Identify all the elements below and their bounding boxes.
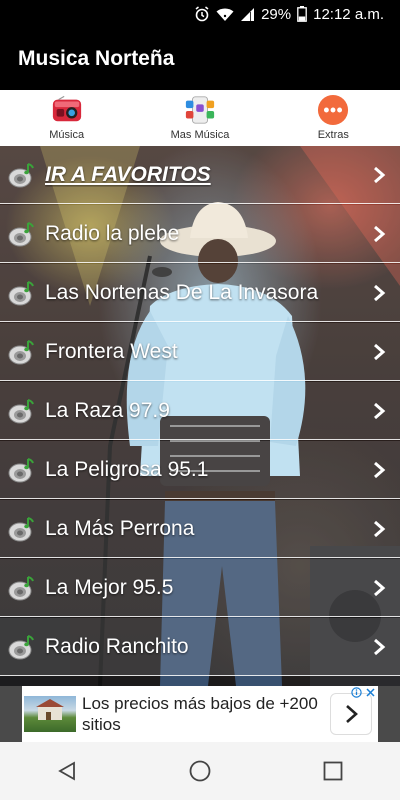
list-item-station[interactable]: La Raza 97.9 (0, 382, 400, 440)
speaker-note-icon (8, 398, 34, 423)
list-item-label: Radio la plebe (45, 221, 180, 245)
ad-image (24, 696, 76, 732)
ad-banner[interactable]: Los precios más bajos de +200 sitios (0, 686, 400, 742)
ad-choices-icon[interactable] (350, 686, 362, 698)
chevron-right-icon (374, 166, 386, 183)
speaker-note-icon (8, 221, 34, 246)
station-list-area: IR A FAVORITOS Radio la plebe Las Norten… (0, 146, 400, 686)
speaker-note-icon (8, 575, 34, 600)
list-item-station[interactable]: Las Nortenas De La Invasora (0, 264, 400, 322)
ad-text: Los precios más bajos de +200 sitios (82, 694, 318, 734)
list-item-station[interactable]: La Peligrosa 95.1 (0, 441, 400, 499)
tab-musica[interactable]: Música (0, 90, 133, 146)
back-button[interactable] (47, 751, 87, 791)
tab-label: Extras (317, 129, 349, 141)
clock: 12:12 a.m. (313, 5, 384, 23)
chevron-right-icon (374, 461, 386, 478)
app-toolbar: Musica Norteña (0, 28, 400, 90)
list-item-label: Radio Ranchito (45, 634, 189, 658)
recents-square-icon (323, 761, 343, 781)
list-item-label: La Mejor 95.5 (45, 575, 174, 599)
speaker-note-icon (8, 634, 34, 659)
ad-badges (350, 686, 376, 698)
alarm-icon (194, 6, 210, 22)
chevron-right-icon (374, 225, 386, 242)
home-button[interactable] (180, 751, 220, 791)
recents-button[interactable] (313, 751, 353, 791)
app-root: 29% 12:12 a.m. Musica Norteña Música Mas… (0, 0, 400, 800)
list-item-favorites[interactable]: IR A FAVORITOS (0, 146, 400, 204)
speaker-note-icon (8, 516, 34, 541)
ad-close-icon[interactable] (364, 686, 376, 698)
tab-bar: Música Mas Música Extras (0, 90, 400, 146)
home-circle-icon (189, 760, 211, 782)
chevron-right-icon (374, 579, 386, 596)
chevron-right-icon (374, 638, 386, 655)
ad-content[interactable]: Los precios más bajos de +200 sitios (22, 686, 378, 742)
chevron-right-icon (346, 705, 358, 723)
apps-icon (184, 94, 216, 126)
speaker-note-icon (8, 162, 34, 187)
back-triangle-icon (57, 761, 75, 781)
wifi-icon (216, 7, 234, 22)
app-title: Musica Norteña (18, 47, 175, 70)
chevron-right-icon (374, 402, 386, 419)
speaker-note-icon (8, 457, 34, 482)
radio-icon (51, 94, 83, 126)
battery-percent: 29% (261, 5, 292, 23)
chevron-right-icon (374, 520, 386, 537)
list-item-station[interactable]: Radio Ranchito (0, 618, 400, 676)
list-item-station[interactable]: La Más Perrona (0, 500, 400, 558)
speaker-note-icon (8, 339, 34, 364)
chevron-right-icon (374, 284, 386, 301)
chevron-right-icon (374, 343, 386, 360)
list-item-label: La Más Perrona (45, 516, 195, 540)
list-item-label: La Peligrosa 95.1 (45, 457, 209, 481)
speaker-note-icon (8, 280, 34, 305)
list-item-station[interactable]: La Mejor 95.5 (0, 559, 400, 617)
list-item-station[interactable]: Frontera West (0, 323, 400, 381)
system-nav-bar (0, 742, 400, 800)
tab-extras[interactable]: Extras (267, 90, 400, 146)
list-item-label: Las Nortenas De La Invasora (45, 280, 319, 304)
list-item-label: Frontera West (45, 339, 178, 363)
signal-icon (240, 7, 255, 22)
status-bar: 29% 12:12 a.m. (0, 0, 400, 28)
list-item-label: IR A FAVORITOS (45, 162, 211, 186)
list-item-station[interactable]: Radio la plebe (0, 205, 400, 263)
list-item-label: La Raza 97.9 (45, 398, 170, 422)
tab-mas-musica[interactable]: Mas Música (133, 90, 266, 146)
tab-label: Mas Música (170, 129, 230, 141)
tab-label: Música (49, 129, 85, 141)
ad-open-button[interactable] (330, 693, 372, 735)
battery-icon (297, 6, 307, 22)
more-icon (317, 94, 349, 126)
